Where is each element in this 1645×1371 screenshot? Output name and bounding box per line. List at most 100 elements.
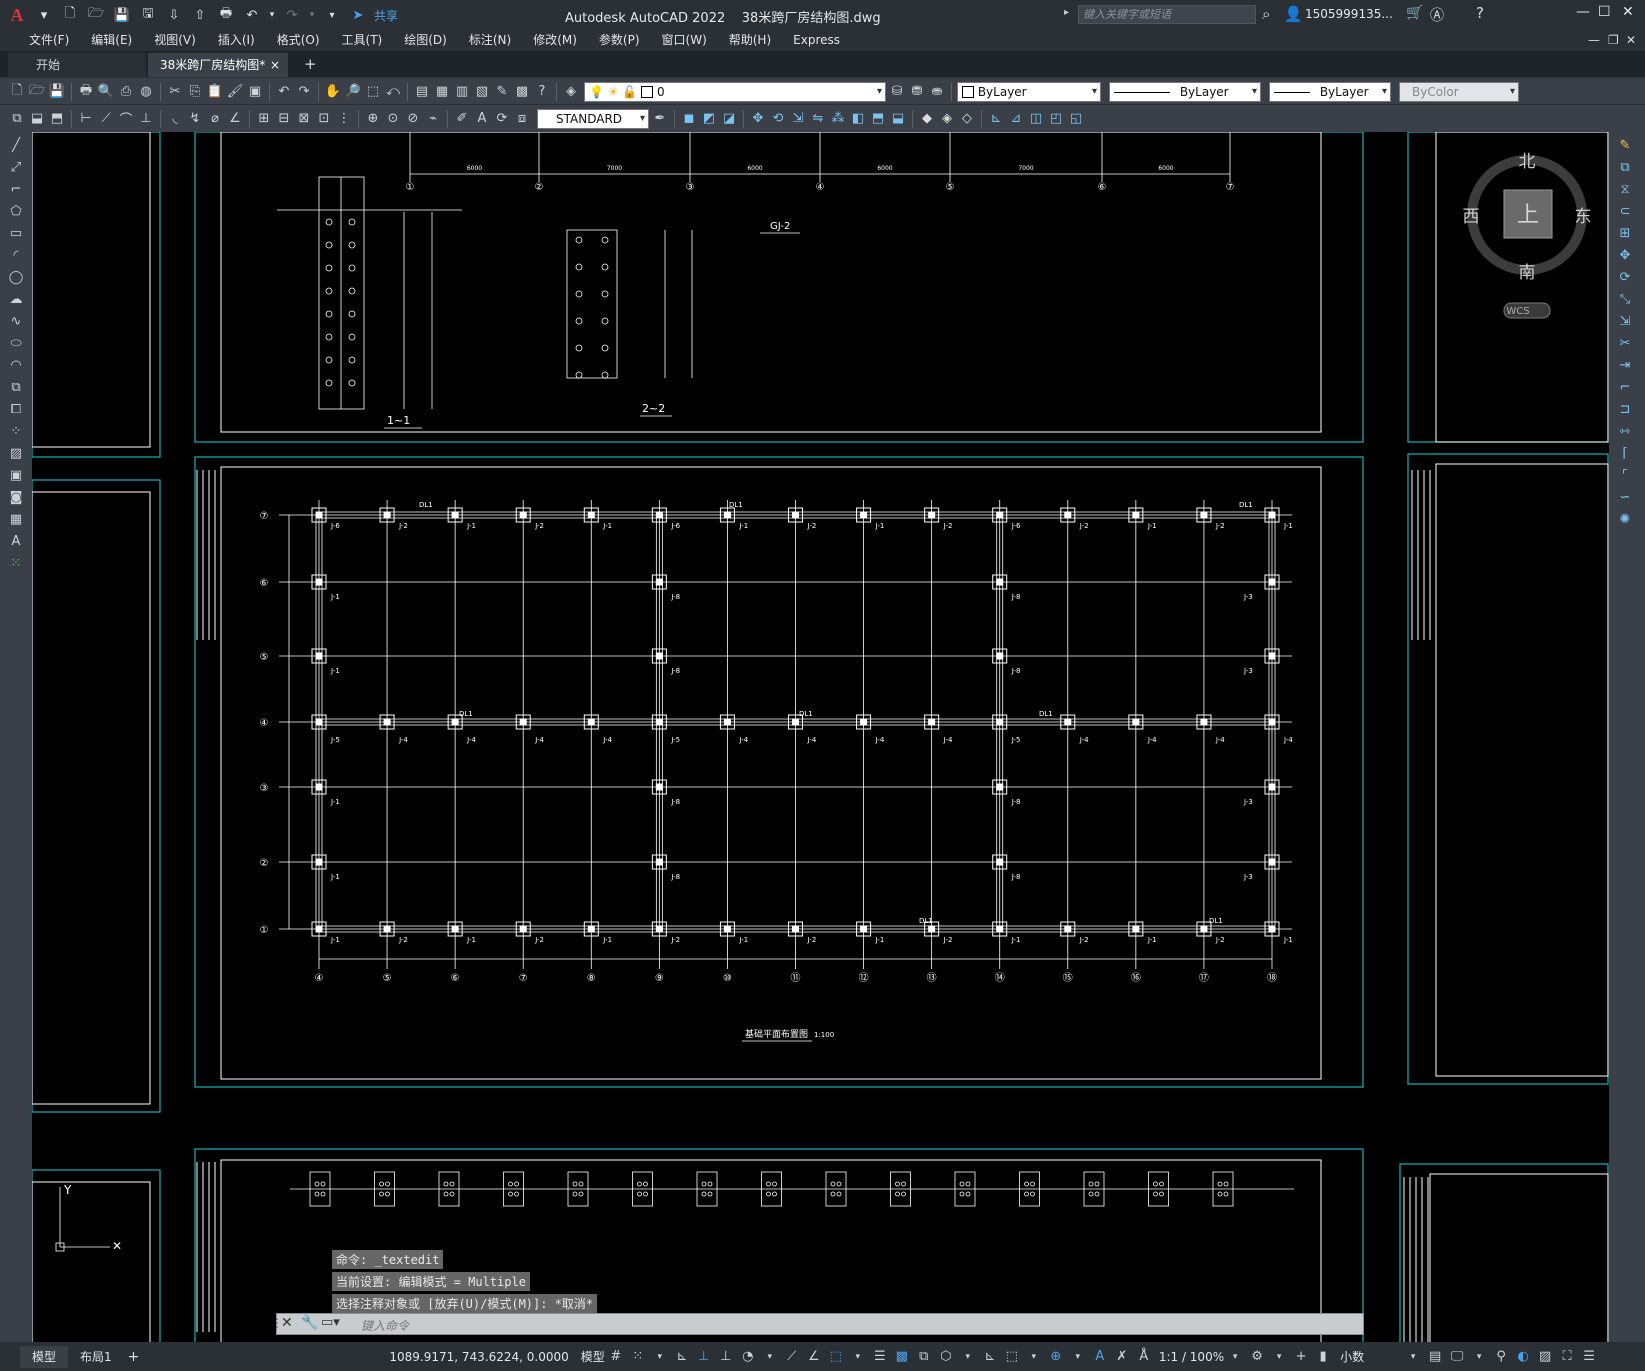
command-line[interactable]: ⋮ ✕ 🔧 ▭▾ 键入命令 (271, 1313, 1364, 1335)
units-icon[interactable]: ▮ (1314, 1348, 1332, 1366)
layer-properties-icon[interactable]: ◈ (562, 83, 580, 101)
open-web-icon[interactable]: ⇩ (164, 4, 184, 26)
menu-draw[interactable]: 绘图(D) (393, 30, 458, 51)
ucs-icon[interactable]: ⊾ (987, 110, 1005, 128)
units-value[interactable]: 小数 (1340, 1348, 1402, 1365)
quick-properties-icon[interactable]: ▤ (1426, 1348, 1444, 1366)
open-icon[interactable]: 🗁 (28, 83, 46, 101)
minimize-icon[interactable]: — (1576, 4, 1590, 20)
quickcalc-icon[interactable]: ▩ (513, 83, 531, 101)
extrude-icon[interactable]: ⬒ (869, 110, 887, 128)
layer-previous-icon[interactable]: ⛃ (908, 83, 926, 101)
scale-icon[interactable]: ⤡ (1615, 290, 1635, 308)
lineweight-icon[interactable]: ☰ (871, 1348, 889, 1366)
auto-scale-icon[interactable]: ✗ (1113, 1348, 1131, 1366)
drawing-svg[interactable]: J-6 J-1 J-5 J-2 J-2 J-4 J-1 J-1 J-4 J-2 J-2 J-4 J-1 J… (32, 132, 1609, 1342)
render-icon[interactable]: ◈ (938, 110, 956, 128)
ortho-icon[interactable]: ⊥ (717, 1348, 735, 1366)
customize-qat-icon[interactable]: ▾ (322, 4, 342, 26)
mirror-icon[interactable]: ⧖ (1615, 180, 1635, 198)
3d-union-icon[interactable]: ◪ (720, 110, 738, 128)
ellipse-arc-icon[interactable]: ◠ (6, 356, 26, 374)
cart-icon[interactable]: 🛒 (1406, 5, 1423, 21)
scale-dropdown-icon[interactable]: ▾ (1226, 1348, 1244, 1366)
search-arrow-icon[interactable]: ▸ (1064, 7, 1069, 18)
publish-icon[interactable]: ⎙ (117, 83, 135, 101)
zoom-previous-icon[interactable]: ⤺ (384, 83, 402, 101)
workspace-settings-icon[interactable]: ⬒ (48, 110, 66, 128)
add-selected-icon[interactable]: ⁙ (6, 554, 26, 572)
command-customize-icon[interactable]: 🔧 (301, 1315, 318, 1331)
revision-cloud-icon[interactable]: ☁ (6, 290, 26, 308)
3d-wedge-icon[interactable]: ◩ (700, 110, 718, 128)
gizmo-dropdown-icon[interactable]: ▾ (1069, 1348, 1087, 1366)
linear-dim-icon[interactable]: ⊢ (77, 110, 95, 128)
array-icon[interactable]: ⊞ (1615, 224, 1635, 242)
menu-edit[interactable]: 编辑(E) (80, 30, 143, 51)
menu-tools[interactable]: 工具(T) (331, 30, 394, 51)
dynamic-ucs-icon[interactable]: ⊾ (981, 1348, 999, 1366)
polyline-icon[interactable]: ⌐ (6, 180, 26, 198)
diameter-dim-icon[interactable]: ⌀ (206, 110, 224, 128)
aligned-dim-icon[interactable]: ⟋ (97, 110, 115, 128)
menu-window[interactable]: 窗口(W) (651, 30, 718, 51)
3d-osnap-dropdown-icon[interactable]: ▾ (959, 1348, 977, 1366)
doc-close-icon[interactable]: ✕ (1626, 33, 1636, 47)
text-style-dropdown[interactable]: STANDARD ▾ (537, 108, 649, 129)
color-dropdown[interactable]: ByLayer ▾ (957, 81, 1101, 102)
redo-icon[interactable]: ↷ (282, 4, 302, 26)
workspace-icon[interactable]: ⧉ (8, 110, 26, 128)
3d-box-icon[interactable]: ◼ (680, 110, 698, 128)
lock-ui-dropdown-icon[interactable]: ▾ (1470, 1348, 1488, 1366)
baseline-dim-icon[interactable]: ⊟ (275, 110, 293, 128)
tab-drawing[interactable]: 38米跨厂房结构图* × (148, 53, 288, 77)
new-tab-button[interactable]: + (304, 55, 317, 73)
coordinates-readout[interactable]: 1089.9171, 743.6224, 0.0000 (389, 1350, 568, 1364)
arc-length-icon[interactable]: ⌒ (117, 110, 135, 128)
model-space-toggle[interactable]: 模型 (581, 1348, 605, 1365)
annotation-scale-value[interactable]: 1:1 / 100% (1159, 1350, 1224, 1364)
continue-dim-icon[interactable]: ⊠ (295, 110, 313, 128)
rotate-icon[interactable]: ⟳ (1615, 268, 1635, 286)
rectangle-icon[interactable]: ▭ (6, 224, 26, 242)
trim-icon[interactable]: ✂ (1615, 334, 1635, 352)
multiline-text-icon[interactable]: A (6, 532, 26, 550)
layout-tab-layout1[interactable]: 布局1 (68, 1346, 124, 1368)
angular-dim-icon[interactable]: ∠ (226, 110, 244, 128)
presspull-icon[interactable]: ⬓ (889, 110, 907, 128)
line-icon[interactable]: ╱ (6, 136, 26, 154)
menu-insert[interactable]: 插入(I) (207, 30, 266, 51)
annotation-monitor-icon[interactable]: + (1292, 1348, 1310, 1366)
workspace-dropdown-icon[interactable]: ▾ (1270, 1348, 1288, 1366)
explode-icon[interactable]: ✺ (1615, 510, 1635, 528)
annotation-scale-icon[interactable]: Å (1135, 1348, 1153, 1366)
spline-icon[interactable]: ∿ (6, 312, 26, 330)
snap-icon[interactable]: ⁙ (629, 1348, 647, 1366)
block-editor-icon[interactable]: ▣ (246, 83, 264, 101)
3d-array-icon[interactable]: ⁂ (829, 110, 847, 128)
join-icon[interactable]: ⇿ (1615, 422, 1635, 440)
construction-line-icon[interactable]: ⤢ (6, 158, 26, 176)
arc-icon[interactable]: ◜ (6, 246, 26, 264)
annotation-visibility-icon[interactable]: A (1091, 1348, 1109, 1366)
3d-print-icon[interactable]: ◍ (137, 83, 155, 101)
menu-view[interactable]: 视图(V) (143, 30, 207, 51)
table-icon[interactable]: ▦ (6, 510, 26, 528)
help-icon[interactable]: ? (1476, 4, 1484, 22)
properties-icon[interactable]: ▤ (413, 83, 431, 101)
share-icon[interactable]: ➤ (348, 4, 368, 26)
infer-constraints-icon[interactable]: ⊾ (673, 1348, 691, 1366)
share-label[interactable]: 共享 (374, 7, 398, 24)
pan-icon[interactable]: ✋ (324, 83, 342, 101)
center-mark-icon[interactable]: ⊙ (384, 110, 402, 128)
offset-icon[interactable]: ⊂ (1615, 202, 1635, 220)
save-icon[interactable]: 💾 (112, 4, 132, 26)
plotstyle-dropdown[interactable]: ByColor ▾ (1399, 81, 1519, 102)
command-input[interactable]: 键入命令 (361, 1317, 409, 1334)
materials-icon[interactable]: ◇ (958, 110, 976, 128)
units-dropdown-icon[interactable]: ▾ (1404, 1348, 1422, 1366)
open-folder-icon[interactable]: 🗁 (86, 4, 106, 26)
qnew-icon[interactable]: 🗋 (8, 83, 26, 101)
redo-dropdown-icon[interactable]: ▾ (308, 4, 316, 26)
layer-states-icon[interactable]: ⛂ (928, 83, 946, 101)
